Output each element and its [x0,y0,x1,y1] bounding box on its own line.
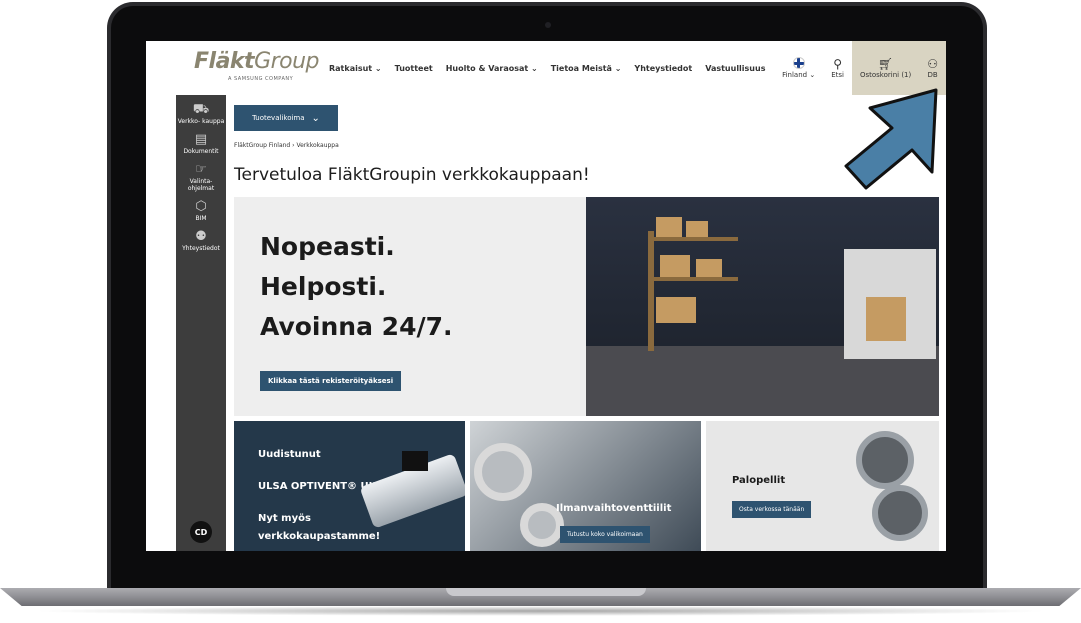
breadcrumb[interactable]: FläktGroup Finland › Verkkokauppa [234,142,339,149]
warehouse-image [586,197,939,416]
hero-line: Avoinna 24/7. [260,312,453,341]
sidebar-item-verkkokauppa[interactable]: ⛟ Verkko- kauppa [176,102,226,125]
select-tool-icon: ☞ [195,162,207,177]
nav-tuotteet[interactable]: Tuotteet [395,64,433,73]
document-icon: ▤ [194,132,208,147]
fire-damper-image [856,431,914,489]
sidebar: ⛟ Verkko- kauppa ▤ Dokumentit ☞ Valinta-… [176,95,226,551]
box-shape [656,217,682,237]
contacts-icon: ⚉ [195,229,207,244]
card-line: Uudistunut [258,449,321,460]
register-button[interactable]: Klikkaa tästä rekisteröityäksesi [260,371,402,391]
bim-cube-icon: ⬡ [195,199,207,214]
card-title: Palopellit [732,475,786,486]
user-label: DB [927,71,938,79]
cart-icon: ⛟ [192,102,210,117]
nav-tietoa[interactable]: Tietoa Meistä ⌄ [551,64,622,73]
box-shape [686,221,708,237]
fire-damper-image [872,485,928,541]
nav-huolto[interactable]: Huolto & Varaosat ⌄ [446,64,538,73]
finland-flag-icon [792,57,805,69]
base-shadow [30,606,1051,616]
cart-icon: 🛒︎ [877,57,894,71]
promo-card-vents[interactable]: Ilmanvaihtoventtiilit Tutustu koko valik… [470,421,701,551]
country-label: Finland ⌄ [782,71,816,79]
sidebar-item-label: Verkko- kauppa [177,118,225,125]
promo-card-palopellit[interactable]: Palopellit Osta verkossa tänään [706,421,939,551]
sidebar-item-valintaohjelmat[interactable]: ☞ Valinta- ohjelmat [176,162,226,192]
vent-image [474,443,532,501]
user-icon: ⚇ [927,57,938,71]
user-badge[interactable]: CD [190,521,212,543]
vents-button[interactable]: Tutustu koko valikoimaan [560,526,650,543]
sidebar-item-dokumentit[interactable]: ▤ Dokumentit [176,132,226,155]
chevron-down-icon: ⌄ [311,112,320,124]
actuator-image [402,451,428,471]
laptop-base [0,584,1081,623]
card-title: Ilmanvaihtoventtiilit [556,503,672,514]
sidebar-item-yhteystiedot[interactable]: ⚉ Yhteystiedot [176,229,226,252]
hero-line: Helposti. [260,272,387,301]
logo-light: Group [254,49,320,74]
shelf-shape [648,237,738,241]
sidebar-item-label: Dokumentit [183,148,219,155]
sidebar-item-label: Yhteystiedot [182,245,220,252]
nav-vastuullisuus[interactable]: Vastuullisuus [705,64,765,73]
hero-line: Nopeasti. [260,232,395,261]
search-icon: ⚲ [833,57,842,71]
hero-banner: Nopeasti. Helposti. Avoinna 24/7. Klikka… [234,197,939,416]
category-menu-button[interactable]: Tuotevalikoima ⌄ [234,105,338,131]
logo[interactable]: FläktGroup [194,49,320,74]
box-shape [660,255,690,277]
country-selector[interactable]: Finland ⌄ [774,41,823,95]
nav-ratkaisut[interactable]: Ratkaisut ⌄ [329,64,382,73]
box-shape [866,297,906,341]
fire-damper-button[interactable]: Osta verkossa tänään [732,501,812,518]
base-notch [446,588,646,596]
card-line: Nyt myös [258,513,311,524]
page-title: Tervetuloa FläktGroupin verkkokauppaan! [234,165,590,185]
site-header: FläktGroup A SAMSUNG COMPANY Ratkaisut ⌄… [146,41,946,95]
shelf-shape [648,231,654,351]
logo-subtitle: A SAMSUNG COMPANY [228,76,294,82]
cart-label: Ostoskorini (1) [859,71,912,79]
sidebar-item-label: BIM [195,215,207,222]
sidebar-item-bim[interactable]: ⬡ BIM [176,199,226,222]
shelf-shape [648,277,738,281]
main-nav: Ratkaisut ⌄ Tuotteet Huolto & Varaosat ⌄… [329,64,778,73]
camera-icon [545,22,551,28]
pointer-arrow-icon [844,88,938,190]
sidebar-item-label: Valinta- ohjelmat [187,178,215,192]
logo-main: Fläkt [194,49,255,74]
card-line: verkkokaupastamme! [258,531,381,542]
promo-card-optivent[interactable]: Uudistunut ULSA OPTIVENT® ULTRA Nyt myös… [234,421,465,551]
box-shape [656,297,696,323]
search-label: Etsi [831,71,844,79]
box-shape [696,259,722,277]
nav-yhteystiedot[interactable]: Yhteystiedot [634,64,692,73]
hero-text: Nopeasti. Helposti. Avoinna 24/7. [260,227,452,347]
category-menu-label: Tuotevalikoima [252,114,305,122]
browser-screen: FläktGroup A SAMSUNG COMPANY Ratkaisut ⌄… [146,41,946,551]
